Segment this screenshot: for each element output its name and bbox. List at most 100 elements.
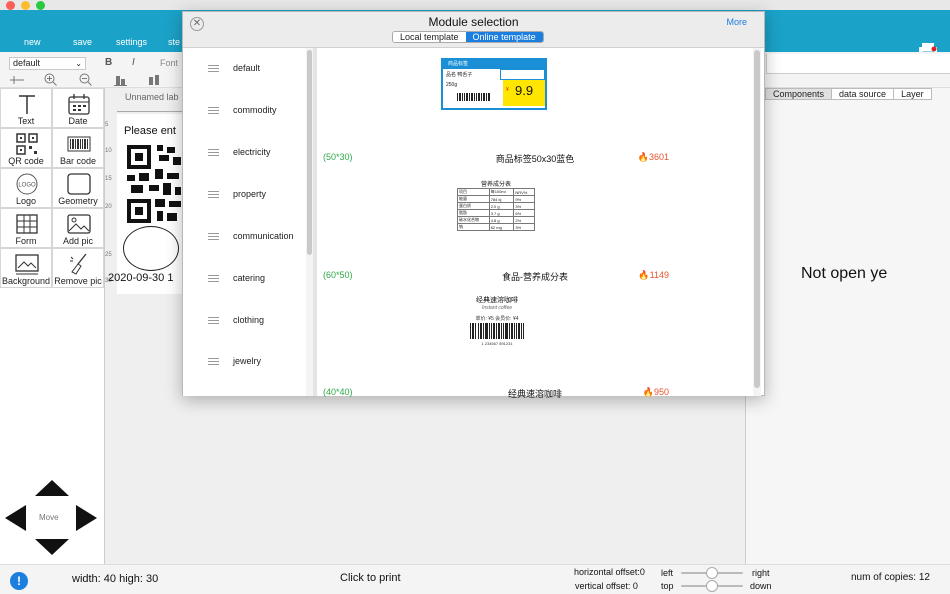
move-up-arrow-icon[interactable] [35, 480, 69, 496]
category-item-clothing[interactable]: clothing [183, 310, 306, 330]
info-icon[interactable]: ! [10, 572, 28, 590]
align-bottom-icon[interactable] [114, 74, 127, 86]
date-tool[interactable]: Date [52, 88, 104, 128]
category-item-electricity[interactable]: electricity [183, 142, 306, 162]
tab-local-template[interactable]: Local template [393, 32, 466, 42]
date-element[interactable]: 2020-09-30 1 [108, 272, 173, 284]
move-right-arrow-icon[interactable] [76, 505, 97, 531]
zoom-window-icon[interactable] [36, 1, 45, 10]
right-panel: Components data source Layer Not open ye [745, 88, 950, 564]
label-tab[interactable]: Unnamed lab [125, 92, 179, 102]
tool-label: Geometry [58, 196, 98, 206]
move-left-arrow-icon[interactable] [5, 505, 26, 531]
move-down-arrow-icon[interactable] [35, 539, 69, 555]
remove-pic-tool[interactable]: Remove pic [52, 248, 104, 288]
font-select-value: default [13, 58, 41, 68]
ruler-mark: 5 [105, 122, 109, 128]
down-label: down [750, 581, 772, 591]
add-pic-tool[interactable]: Add pic [52, 208, 104, 248]
thumb-text: 250g [446, 82, 458, 88]
qr-code-element[interactable] [127, 145, 183, 225]
template-source-toggle: Local template Online template [392, 31, 544, 43]
thumb-box [500, 69, 545, 80]
canvas-text-element[interactable]: Please ent [124, 125, 176, 137]
logo-tool[interactable]: LOGO Logo [0, 168, 52, 208]
category-label: jewelry [233, 356, 262, 366]
qr-code-tool[interactable]: QR code [0, 128, 52, 168]
left-label: left [661, 568, 674, 578]
save-button[interactable]: save [73, 37, 92, 47]
vertical-offset-slider[interactable] [681, 580, 743, 592]
distribute-icon[interactable] [148, 74, 161, 86]
template-thumbnail[interactable]: 经典速溶咖啡 Instant coffee 单价: ¥5 会员价: ¥4 1 2… [462, 295, 532, 350]
barcode-icon [67, 136, 91, 152]
category-item-property[interactable]: property [183, 184, 306, 204]
geometry-icon [67, 173, 91, 195]
zoom-out-icon[interactable] [79, 73, 92, 86]
settings-button[interactable]: settings [116, 37, 147, 47]
text-tool[interactable]: Text [0, 88, 52, 128]
scrollbar-thumb[interactable] [307, 50, 312, 255]
zoom-in-icon[interactable] [44, 73, 57, 86]
horizontal-offset-label: horizontal offset:0 [574, 567, 645, 577]
print-button[interactable]: Click to print [340, 572, 401, 584]
align-icon[interactable] [10, 74, 24, 86]
background-tool[interactable]: Background [0, 248, 52, 288]
horizontal-offset-slider[interactable] [681, 567, 743, 579]
template-popularity: 🔥1149 [638, 270, 669, 280]
category-item-commodity[interactable]: commodity [183, 100, 306, 120]
font-select[interactable]: default ⌄ [9, 57, 86, 70]
tab-online-template[interactable]: Online template [465, 32, 543, 42]
template-scrollbar[interactable] [753, 48, 761, 396]
calendar-icon [68, 94, 90, 115]
slider-thumb[interactable] [706, 567, 718, 579]
property-field[interactable] [766, 54, 950, 74]
barcode-tool[interactable]: Bar code [52, 128, 104, 168]
table-icon [16, 214, 38, 234]
scrollbar-thumb[interactable] [754, 50, 760, 388]
tool-label: Remove pic [54, 276, 102, 286]
tool-label: Form [15, 236, 37, 246]
copies-count[interactable]: num of copies: 12 [851, 572, 930, 583]
bold-button[interactable]: B [105, 57, 112, 68]
template-thumbnail[interactable]: 营养成分表 项目 每100ml NRV% 能量 784 kj 9% 蛋白质 2.0 g 3%… [455, 179, 537, 232]
dialog-title: Module selection [428, 15, 519, 29]
ruler-mark: 15 [105, 176, 112, 182]
menu-icon [208, 317, 219, 324]
category-item-communication[interactable]: communication [183, 226, 306, 246]
category-label: electricity [233, 147, 271, 157]
category-scrollbar[interactable] [306, 48, 313, 396]
step-button[interactable]: ste [168, 37, 180, 47]
category-list: default commodity electricity property c… [183, 48, 306, 396]
category-item-default[interactable]: default [183, 58, 306, 78]
tab-components[interactable]: Components [766, 89, 833, 99]
thumb-text: 品名 鸭舌子 [446, 72, 473, 78]
category-label: communication [233, 231, 294, 241]
category-item-jewelry[interactable]: jewelry [183, 351, 306, 371]
right-label: right [752, 568, 770, 578]
category-item-catering[interactable]: catering [183, 268, 306, 288]
ellipse-element[interactable] [123, 226, 179, 271]
template-list: 商品标签 品名 鸭舌子 250g ¥ 9.9 (50*30) 商品标签50x30… [317, 48, 753, 399]
minimize-window-icon[interactable] [21, 1, 30, 10]
geometry-tool[interactable]: Geometry [52, 168, 104, 208]
text-icon [19, 95, 35, 114]
menu-icon [208, 107, 219, 114]
ruler-mark: 20 [105, 204, 112, 210]
template-row[interactable]: (60*50) 食品-营养成分表 🔥1149 [317, 270, 753, 284]
ruler-mark: 25 [105, 252, 112, 258]
thumb-subtitle: Instant coffee [481, 305, 513, 311]
italic-button[interactable]: I [132, 57, 135, 68]
template-name: 经典速溶咖啡 [507, 389, 562, 399]
template-row[interactable]: (40*40) 经典速溶咖啡 🔥950 [317, 387, 753, 401]
slider-thumb[interactable] [706, 580, 718, 592]
tab-data-source[interactable]: data source [832, 89, 895, 99]
close-window-icon[interactable] [6, 1, 15, 10]
template-row[interactable]: (50*30) 商品标签50x30蓝色 🔥3601 [317, 152, 753, 166]
more-link[interactable]: More [726, 17, 747, 27]
template-thumbnail[interactable]: 商品标签 品名 鸭舌子 250g ¥ 9.9 [441, 58, 547, 110]
form-tool[interactable]: Form [0, 208, 52, 248]
tab-layer[interactable]: Layer [894, 89, 931, 99]
logo-icon: LOGO [16, 173, 38, 195]
new-button[interactable]: new [24, 37, 41, 47]
